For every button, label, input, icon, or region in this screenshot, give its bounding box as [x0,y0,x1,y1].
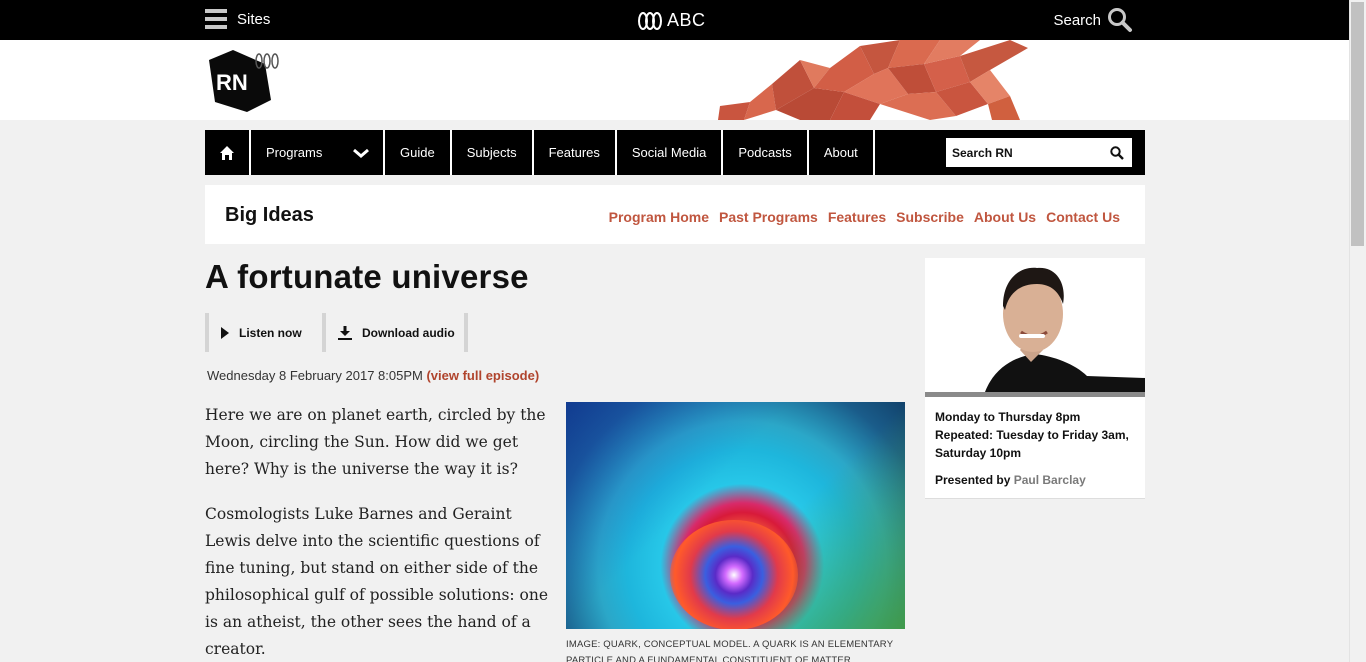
audio-actions: Listen now Download audio [205,313,468,352]
rn-main-nav: Programs Guide Subjects Features Social … [205,130,1145,175]
view-full-episode-link[interactable]: (view full episode) [426,368,539,383]
program-link-features[interactable]: Features [828,209,886,225]
image-quark-orb [670,520,798,629]
search-icon[interactable] [1110,145,1124,160]
scrollbar-thumb[interactable] [1351,2,1364,246]
sites-menu-button[interactable]: Sites [205,9,270,29]
abc-logo[interactable]: ABC [637,10,706,31]
article-date: Wednesday 8 February 2017 8:05PM [207,368,423,383]
program-header: Big Ideas Program Home Past Programs Fea… [205,185,1145,244]
rn-logo-text: RN [216,70,248,95]
presenter-photo-bar [925,392,1145,397]
listen-now-label: Listen now [239,325,302,340]
abc-top-bar: Sites ABC Search [0,0,1349,40]
rn-logo[interactable]: RN [207,46,285,114]
download-audio-label: Download audio [362,325,455,340]
nav-item-label: About [823,145,858,160]
presenter-photo[interactable] [925,258,1145,392]
presenter-portrait-image [925,258,1145,392]
top-search-label: Search [1053,11,1101,29]
home-icon [220,145,234,160]
nav-item-label: Podcasts [738,145,792,160]
presented-by-label: Presented by [935,473,1011,487]
program-link-home[interactable]: Program Home [609,209,709,225]
abc-label: ABC [667,10,706,30]
broadcast-schedule: Monday to Thursday 8pm Repeated: Tuesday… [935,410,1129,460]
search-icon [1108,8,1132,32]
listen-now-button[interactable]: Listen now [205,313,322,352]
program-title[interactable]: Big Ideas [225,204,314,227]
rn-branding-band: RN [0,40,1349,120]
nav-item-podcasts[interactable]: Podcasts [723,130,809,175]
article-paragraph: Here we are on planet earth, circled by … [205,406,546,478]
nav-home-button[interactable] [205,130,251,175]
nav-item-about[interactable]: About [809,130,875,175]
download-icon [338,325,352,340]
article-meta: Wednesday 8 February 2017 8:05PM (view f… [207,368,539,383]
download-audio-button[interactable]: Download audio [322,313,468,352]
presenter-name-link[interactable]: Paul Barclay [1014,473,1086,487]
nav-item-social-media[interactable]: Social Media [617,130,724,175]
presenter-card: Monday to Thursday 8pm Repeated: Tuesday… [925,258,1145,499]
play-icon [221,326,229,339]
rn-search-input[interactable] [952,145,1102,160]
nav-programs-dropdown[interactable]: Programs [251,130,385,175]
sites-label: Sites [237,10,271,28]
program-link-contact-us[interactable]: Contact Us [1046,209,1120,225]
hamburger-icon [205,9,227,29]
decorative-polygon-art [718,40,1028,120]
program-link-subscribe[interactable]: Subscribe [896,209,964,225]
program-link-past-programs[interactable]: Past Programs [719,209,818,225]
nav-item-label: Subjects [466,145,517,160]
nav-item-label: Social Media [631,145,707,160]
nav-item-guide[interactable]: Guide [385,130,452,175]
nav-item-label: Guide [400,145,435,160]
chevron-down-icon [353,148,369,158]
nav-item-subjects[interactable]: Subjects [452,130,534,175]
image-caption: IMAGE: QUARK, CONCEPTUAL MODEL. A QUARK … [566,639,894,662]
top-search-button[interactable]: Search [1053,7,1133,33]
program-link-about-us[interactable]: About Us [974,209,1036,225]
nav-item-features[interactable]: Features [534,130,617,175]
quark-conceptual-image [566,402,905,629]
abc-lissajous-icon [638,11,662,30]
program-links: Program Home Past Programs Features Subs… [609,209,1120,225]
article-body: Here we are on planet earth, circled by … [205,402,550,662]
article-title: A fortunate universe [205,258,529,295]
nav-programs-label: Programs [266,145,323,160]
rn-search-box [946,138,1132,167]
presented-by: Presented by Paul Barclay [935,473,1086,487]
article-paragraph: Cosmologists Luke Barnes and Geraint Lew… [205,505,549,658]
nav-item-label: Features [548,145,600,160]
